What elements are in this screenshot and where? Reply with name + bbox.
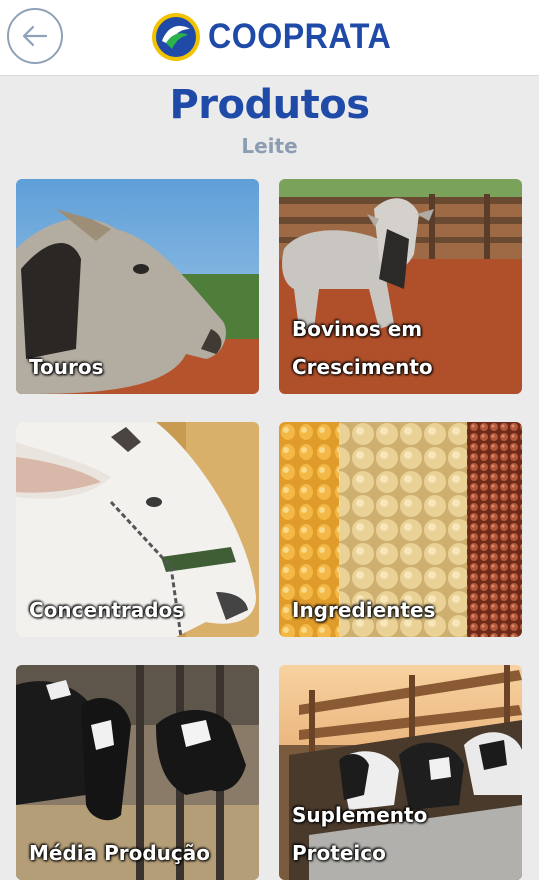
logo-text: COOPRATA (208, 17, 392, 56)
product-card-concentrados[interactable]: Concentrados (16, 422, 259, 637)
product-card-label: Touros (29, 355, 104, 379)
product-card-suplemento-proteico[interactable]: Suplemento Proteico (279, 665, 522, 880)
product-card-touros[interactable]: Touros (16, 179, 259, 394)
product-card-label: Ingredientes (292, 598, 436, 622)
app-header: COOPRATA (0, 0, 539, 76)
product-card-label: Concentrados (29, 598, 185, 622)
back-button[interactable] (7, 8, 63, 64)
cooprata-emblem-icon (152, 13, 200, 61)
product-card-bovinos-em-crescimento[interactable]: Bovinos em Crescimento (279, 179, 522, 394)
product-card-media-producao[interactable]: Média Produção (16, 665, 259, 880)
product-card-label: Média Produção (29, 841, 211, 865)
product-card-ingredientes[interactable]: Ingredientes (279, 422, 522, 637)
page-subtitle: Leite (241, 134, 298, 158)
product-card-label: Bovinos em Crescimento (292, 317, 433, 379)
arrow-left-icon (22, 25, 48, 47)
product-card-label: Suplemento Proteico (292, 803, 428, 865)
cooprata-logo: COOPRATA (150, 10, 407, 64)
page-title: Produtos (169, 82, 370, 128)
